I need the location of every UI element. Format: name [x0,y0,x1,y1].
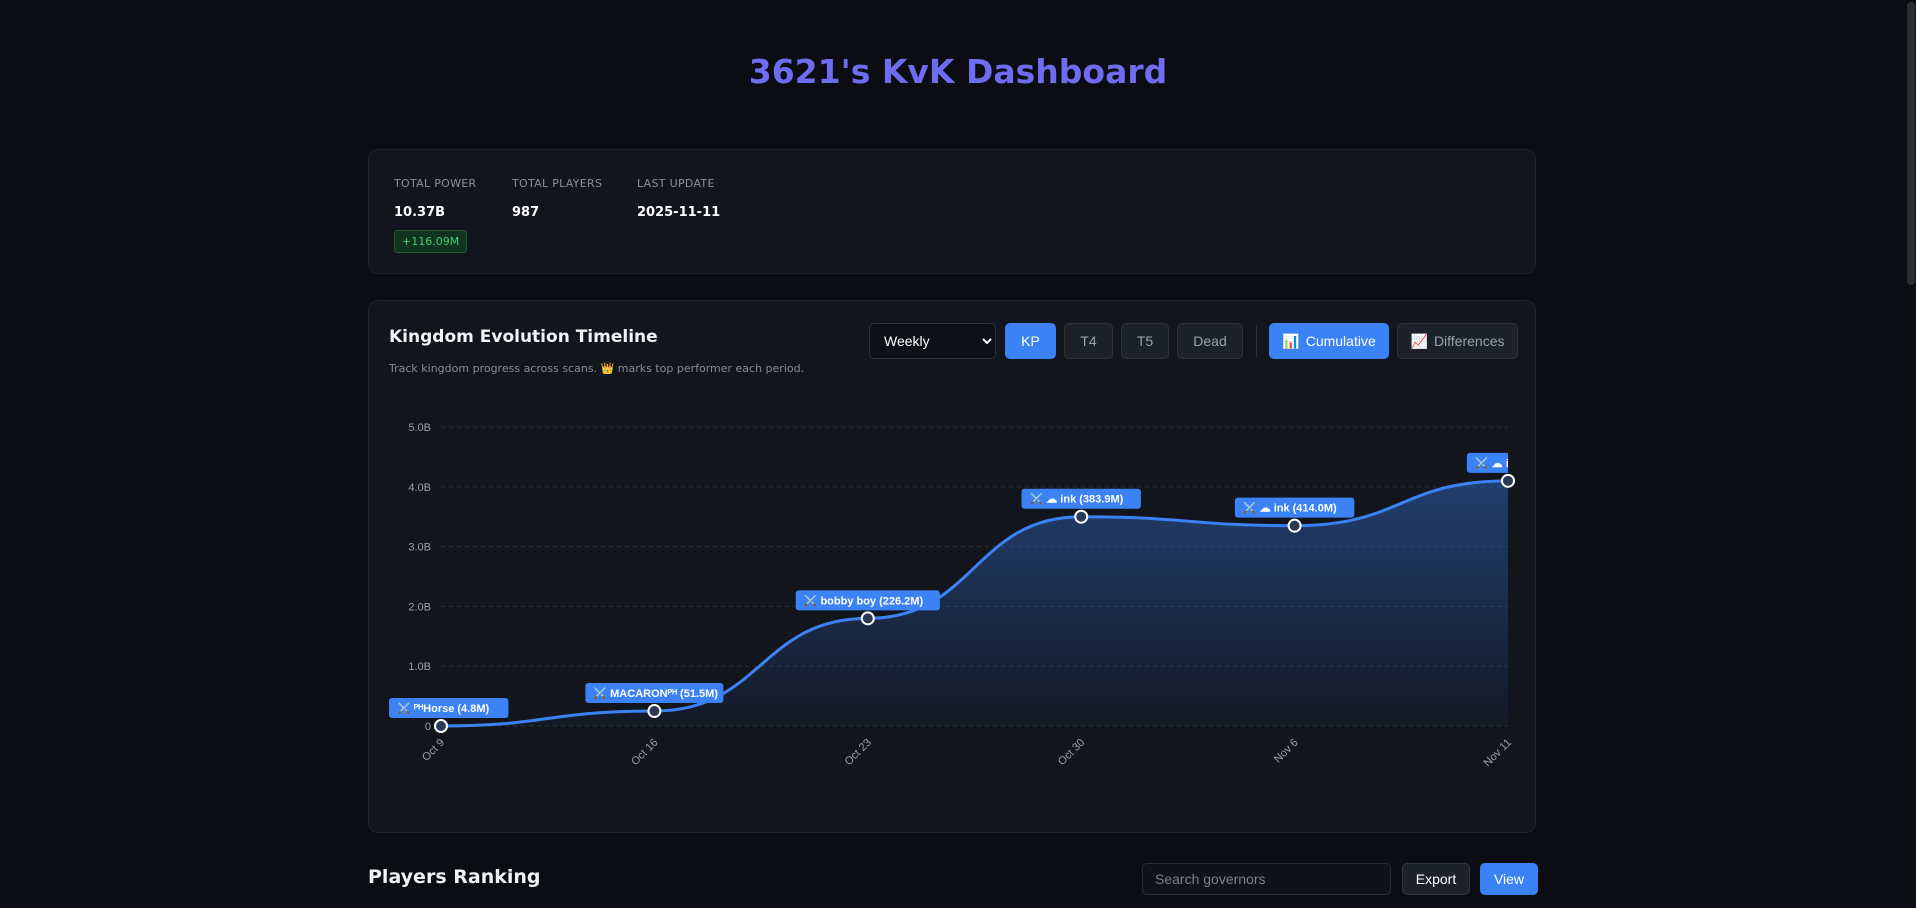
x-tick-label: Nov 6 [1272,737,1301,766]
y-tick-label: 0 [425,721,431,733]
annotation: ⚔️ ☁ ink (414.0M) [1234,497,1355,518]
annotation-label: ⚔️ bobby boy (226.2M) [804,594,924,607]
annotation-label: ⚔️ MACARONᴾᴴ (51.5M) [593,687,718,700]
stat-last-update: LAST UPDATE 2025-11-11 [637,177,720,220]
stat-label: TOTAL POWER [394,177,477,190]
timeline-card: Kingdom Evolution Timeline Track kingdom… [368,300,1536,833]
annotation: ⚔️ bobby boy (226.2M) [795,590,940,611]
annotation: ⚔️ MACARONᴾᴴ (51.5M) [585,683,724,704]
stat-value: 10.37B [394,205,446,220]
stats-card: TOTAL POWER 10.37B +116.09M TOTAL PLAYER… [368,149,1536,274]
data-point [434,719,448,733]
stat-value: 2025-11-11 [637,205,721,220]
view-button[interactable]: View [1480,863,1538,895]
page-title: 3621's KvK Dashboard [748,52,1168,91]
data-point [1501,473,1515,488]
annotation: ⚔️ ☁ ink (5 [1466,452,1535,473]
annotation-label: ⚔️ ☁ ink (5 [1475,457,1535,470]
data-point [1074,509,1089,524]
power-change-badge: +116.09M [394,230,468,253]
scrollbar-thumb[interactable] [1907,2,1915,285]
stat-value: 987 [512,205,540,220]
annotation-label: ⚔️ ᴾᴴHorse (4.8M) [397,702,490,715]
scrollbar[interactable] [1906,0,1916,908]
x-tick-label: Nov 11 [1482,737,1515,770]
data-point [860,611,875,626]
annotation: ⚔️ ☁ ink (383.9M) [1021,488,1141,509]
y-tick-label: 3.0B [408,542,431,554]
search-governors-input[interactable] [1142,863,1391,895]
export-button[interactable]: Export [1402,863,1470,895]
stat-total-power: TOTAL POWER 10.37B +116.09M [394,177,476,253]
x-tick-label: Oct 9 [420,737,447,764]
data-point [647,704,662,719]
annotation-label: ⚔️ ☁ ink (414.0M) [1243,502,1337,515]
x-tick-label: Oct 30 [1056,737,1087,768]
stat-total-players: TOTAL PLAYERS 987 [512,177,602,220]
stat-label: TOTAL PLAYERS [512,177,603,190]
y-tick-label: 2.0B [408,601,431,613]
data-point [1287,518,1302,533]
x-tick-label: Oct 23 [843,737,874,768]
stat-label: LAST UPDATE [637,177,715,190]
annotation-label: ⚔️ ☁ ink (383.9M) [1030,493,1124,506]
annotation: ⚔️ ᴾᴴHorse (4.8M) [389,698,509,718]
y-tick-label: 5.0B [408,422,431,434]
x-tick-label: Oct 16 [629,737,660,768]
y-tick-label: 1.0B [408,661,431,673]
ranking-title: Players Ranking [368,866,541,888]
y-tick-label: 4.0B [408,482,431,494]
timeline-chart: 0 1.0B 2.0B 3.0B 4.0B 5.0B Oct 9 Oct 16 Oct 23 Oc… [389,422,1535,770]
